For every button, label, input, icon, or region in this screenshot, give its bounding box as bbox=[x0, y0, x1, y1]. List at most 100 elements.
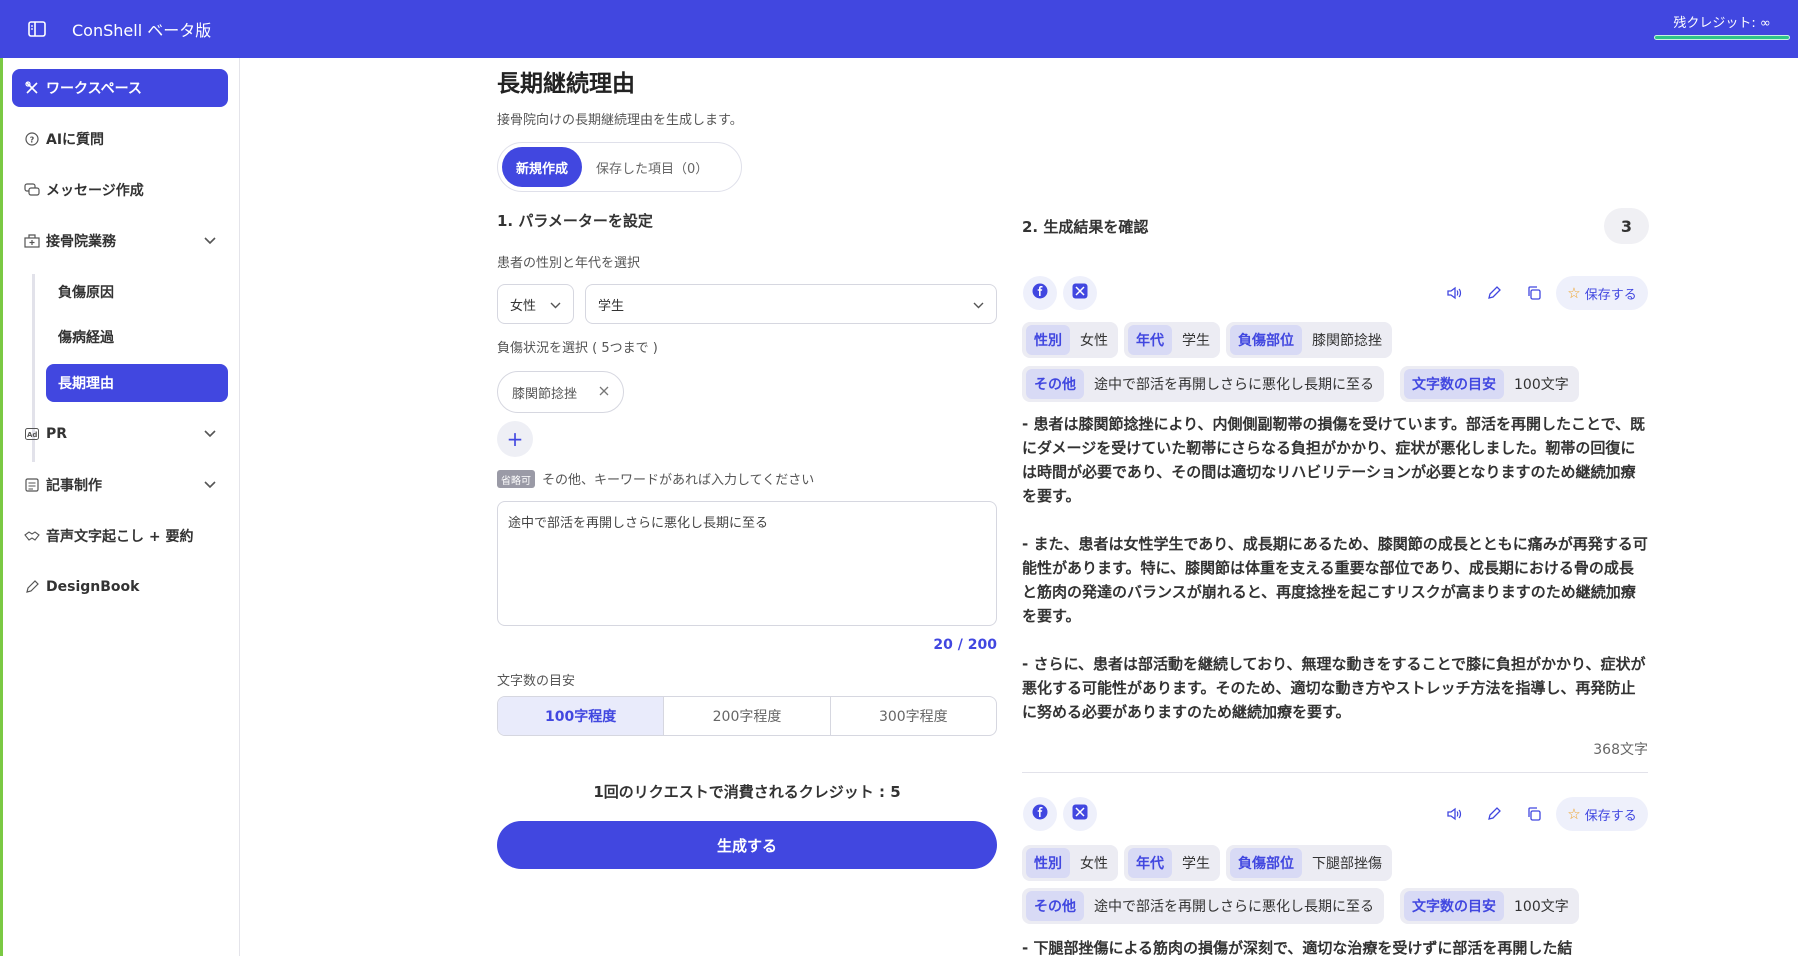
generate-button[interactable]: 生成する bbox=[497, 821, 997, 869]
tag-value: 女性 bbox=[1080, 856, 1108, 872]
sidebar-item-label: ワークスペース bbox=[46, 81, 142, 97]
tab-new[interactable]: 新規作成 bbox=[502, 147, 583, 187]
plus-icon: + bbox=[506, 427, 524, 451]
length-option-100[interactable]: 100字程度 bbox=[498, 697, 665, 735]
facebook-share-button[interactable] bbox=[1023, 276, 1057, 310]
tag-key: その他 bbox=[1026, 891, 1084, 921]
result-text: - 患者は膝関節捻挫により、内側側副靭帯の損傷を受けています。部活を再開したこと… bbox=[1022, 415, 1648, 721]
speaker-icon[interactable] bbox=[1444, 804, 1464, 824]
close-icon[interactable] bbox=[599, 385, 609, 400]
save-result-button[interactable]: ☆ 保存する bbox=[1556, 276, 1648, 310]
sidebar-item-pr[interactable]: Ad PR bbox=[12, 415, 228, 453]
tag-value: 途中で部活を再開しさらに悪化し長期に至る bbox=[1094, 899, 1374, 915]
gender-age-label: 患者の性別と年代を選択 bbox=[497, 256, 641, 271]
save-result-button[interactable]: ☆ 保存する bbox=[1556, 797, 1648, 831]
tag-key: 性別 bbox=[1026, 325, 1070, 355]
tag-key: 文字数の目安 bbox=[1404, 369, 1504, 399]
sidebar-item-label: メッセージ作成 bbox=[46, 183, 144, 199]
injury-label: 負傷状況を選択 ( 5つまで ) bbox=[497, 341, 658, 356]
sidebar-subitem-label: 長期理由 bbox=[58, 376, 114, 392]
tag-length: 文字数の目安 100文字 bbox=[1400, 366, 1579, 402]
page-description: 接骨院向けの長期継続理由を生成します。 bbox=[497, 113, 743, 128]
length-option-200[interactable]: 200字程度 bbox=[664, 697, 831, 735]
x-share-button[interactable] bbox=[1063, 797, 1097, 831]
tag-value: 100文字 bbox=[1514, 899, 1569, 915]
tag-key: 年代 bbox=[1128, 848, 1172, 878]
credit-bar bbox=[1654, 35, 1790, 40]
credit-indicator: 残クレジット: ∞ bbox=[1654, 12, 1790, 40]
tag-value: 100文字 bbox=[1514, 377, 1569, 393]
tag-key: 年代 bbox=[1128, 325, 1172, 355]
results-section-title: 2. 生成結果を確認 bbox=[1022, 218, 1149, 236]
tag-value: 女性 bbox=[1080, 333, 1108, 349]
chevron-down-icon bbox=[973, 298, 984, 313]
tag-value: 学生 bbox=[1182, 333, 1210, 349]
x-icon bbox=[1072, 804, 1088, 824]
facebook-icon bbox=[1032, 804, 1048, 824]
keyword-input[interactable]: 途中で部活を再開しさらに悪化し長期に至る bbox=[497, 501, 997, 626]
sidebar-subitem-injury-progress[interactable]: 傷病経過 bbox=[46, 318, 228, 356]
tag-length: 文字数の目安 100文字 bbox=[1400, 888, 1579, 924]
save-label: 保存する bbox=[1584, 808, 1637, 824]
sidebar-toggle-icon[interactable] bbox=[26, 18, 48, 40]
credit-label: 残クレジット: ∞ bbox=[1673, 16, 1771, 31]
star-icon: ☆ bbox=[1567, 805, 1581, 823]
gender-select[interactable]: 女性 bbox=[497, 284, 574, 324]
age-select[interactable]: 学生 bbox=[585, 284, 997, 324]
page-title: 長期継続理由 bbox=[497, 71, 635, 97]
sidebar-item-workspace[interactable]: ワークスペース bbox=[12, 69, 228, 107]
sidebar-item-label: DesignBook bbox=[46, 579, 140, 595]
sidebar-item-label: 音声文字起こし + 要約 bbox=[46, 529, 194, 545]
length-label: 文字数の目安 bbox=[497, 674, 576, 689]
svg-text:Ad: Ad bbox=[27, 431, 37, 439]
sidebar-item-transcription[interactable]: 音声文字起こし + 要約 bbox=[12, 517, 228, 555]
sidebar-item-label: 記事制作 bbox=[46, 478, 102, 494]
facebook-share-button[interactable] bbox=[1023, 797, 1057, 831]
x-share-button[interactable] bbox=[1063, 276, 1097, 310]
request-credit-text: 1回のリクエストで消費されるクレジット : 5 bbox=[593, 783, 901, 801]
sidebar-item-ai-question[interactable]: ? AIに質問 bbox=[12, 120, 228, 158]
params-section-title: 1. パラメーターを設定 bbox=[497, 212, 653, 230]
sidebar-item-label: 接骨院業務 bbox=[46, 234, 116, 250]
top-header: ConShell ベータ版 残クレジット: ∞ bbox=[0, 0, 1798, 58]
handshake-icon bbox=[24, 528, 40, 544]
tag-gender: 性別 女性 bbox=[1022, 845, 1118, 881]
tag-age: 年代 学生 bbox=[1124, 845, 1220, 881]
chevron-down-icon bbox=[204, 426, 216, 442]
copy-icon[interactable] bbox=[1524, 283, 1544, 303]
messages-icon bbox=[24, 182, 40, 198]
svg-text:?: ? bbox=[30, 136, 35, 145]
sidebar-subitem-label: 負傷原因 bbox=[58, 285, 114, 301]
char-counter: 20 / 200 bbox=[933, 637, 997, 653]
sidebar-subitem-injury-cause[interactable]: 負傷原因 bbox=[46, 273, 228, 311]
length-option-300[interactable]: 300字程度 bbox=[831, 697, 996, 735]
injury-chip-label: 膝関節捻挫 bbox=[512, 386, 578, 402]
injury-chip[interactable]: 膝関節捻挫 bbox=[497, 371, 624, 413]
add-injury-button[interactable]: + bbox=[497, 421, 533, 457]
edit-icon[interactable] bbox=[1484, 283, 1504, 303]
sidebar-item-label: AIに質問 bbox=[46, 132, 105, 148]
copy-icon[interactable] bbox=[1524, 804, 1544, 824]
tab-saved[interactable]: 保存した項目（0） bbox=[582, 147, 722, 187]
tag-key: 文字数の目安 bbox=[1404, 891, 1504, 921]
result-char-count: 368文字 bbox=[1593, 742, 1648, 758]
length-segmented-control: 100字程度 200字程度 300字程度 bbox=[497, 696, 997, 736]
sidebar-item-message[interactable]: メッセージ作成 bbox=[12, 171, 228, 209]
result-count-badge: 3 bbox=[1604, 208, 1649, 244]
tag-part: 負傷部位 下腿部挫傷 bbox=[1226, 845, 1392, 881]
sidebar-item-article[interactable]: 記事制作 bbox=[12, 466, 228, 504]
sidebar-subitem-long-term[interactable]: 長期理由 bbox=[46, 364, 228, 402]
star-icon: ☆ bbox=[1567, 284, 1581, 302]
sidebar-item-clinic[interactable]: 接骨院業務 bbox=[12, 222, 228, 260]
sidebar-item-designbook[interactable]: DesignBook bbox=[12, 568, 228, 606]
tag-gender: 性別 女性 bbox=[1022, 322, 1118, 358]
tag-age: 年代 学生 bbox=[1124, 322, 1220, 358]
sidebar-item-label: PR bbox=[46, 426, 68, 442]
gender-value: 女性 bbox=[510, 298, 537, 314]
mode-tabs: 新規作成 保存した項目（0） bbox=[497, 142, 742, 192]
chat-question-icon: ? bbox=[24, 131, 40, 147]
ad-icon: Ad bbox=[24, 426, 40, 442]
tag-other: その他 途中で部活を再開しさらに悪化し長期に至る bbox=[1022, 366, 1384, 402]
edit-icon[interactable] bbox=[1484, 804, 1504, 824]
speaker-icon[interactable] bbox=[1444, 283, 1464, 303]
